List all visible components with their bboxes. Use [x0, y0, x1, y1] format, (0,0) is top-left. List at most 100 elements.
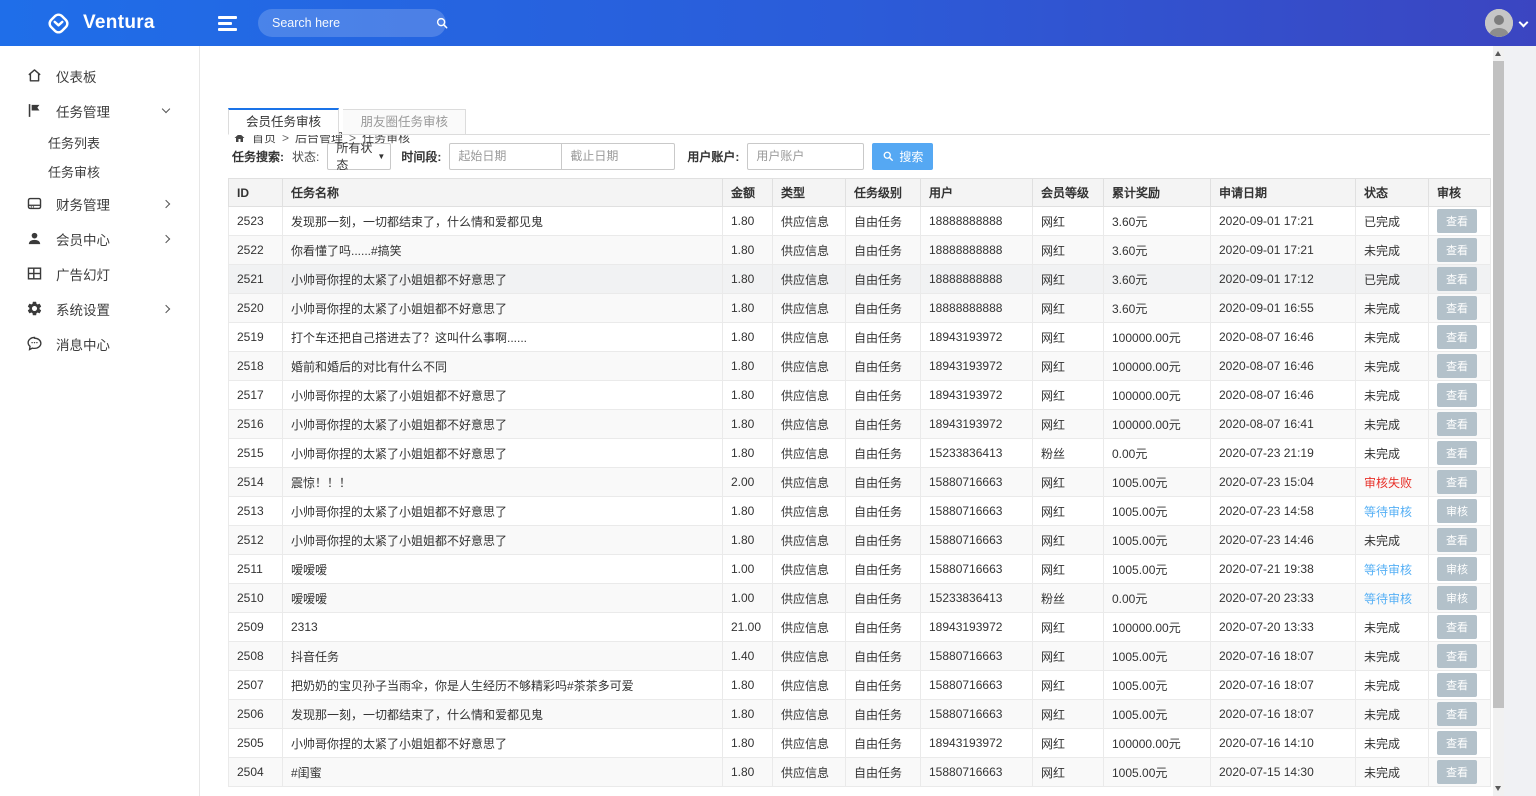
- review-button[interactable]: 审核: [1437, 499, 1477, 523]
- amount-cell: 1.80: [723, 758, 773, 787]
- total-reward-cell: 3.60元: [1104, 236, 1211, 265]
- start-date-input[interactable]: [449, 143, 562, 170]
- total-reward-cell: 1005.00元: [1104, 497, 1211, 526]
- user-menu-chevron-icon[interactable]: [1519, 18, 1529, 28]
- review-cell: 查看: [1429, 323, 1491, 352]
- view-button[interactable]: 查看: [1437, 673, 1477, 697]
- user-avatar[interactable]: [1485, 9, 1513, 37]
- tab-moments-task-review[interactable]: 朋友圈任务审核: [343, 109, 466, 135]
- user-account-cell: 15880716663: [921, 700, 1033, 729]
- amount-cell: 1.80: [723, 265, 773, 294]
- type-cell: 供应信息: [773, 642, 846, 671]
- apply-date-cell: 2020-07-16 14:10: [1211, 729, 1356, 758]
- user-icon: [26, 230, 43, 247]
- sidebar-item-dashboard[interactable]: 仪表板: [0, 58, 199, 93]
- task-id-cell: 2511: [229, 555, 283, 584]
- total-reward-cell: 100000.00元: [1104, 381, 1211, 410]
- task-id-cell: 2513: [229, 497, 283, 526]
- view-button[interactable]: 查看: [1437, 238, 1477, 262]
- table-row: 2511嗳嗳嗳1.00供应信息自由任务15880716663网红1005.00元…: [229, 555, 1491, 584]
- status-cell: 未完成: [1356, 439, 1429, 468]
- sidebar-subitem-task-list[interactable]: 任务列表: [0, 128, 199, 157]
- amount-cell: 1.80: [723, 410, 773, 439]
- user-account-cell: 18888888888: [921, 236, 1033, 265]
- user-account-cell: 18888888888: [921, 265, 1033, 294]
- end-date-input[interactable]: [561, 143, 675, 170]
- member-grade-cell: 网红: [1033, 758, 1104, 787]
- task-name-cell: 小帅哥你捏的太紧了小姐姐都不好意思了: [283, 497, 723, 526]
- user-account-cell: 18943193972: [921, 323, 1033, 352]
- task-search-label: 任务搜索:: [232, 148, 284, 165]
- sidebar-item-member-center[interactable]: 会员中心: [0, 221, 199, 256]
- type-cell: 供应信息: [773, 323, 846, 352]
- view-button[interactable]: 查看: [1437, 412, 1477, 436]
- review-cell: 查看: [1429, 468, 1491, 497]
- search-icon[interactable]: [435, 16, 449, 30]
- total-reward-cell: 1005.00元: [1104, 700, 1211, 729]
- sidebar-item-system-settings[interactable]: 系统设置: [0, 291, 199, 326]
- user-account-cell: 15233836413: [921, 584, 1033, 613]
- status-select[interactable]: 所有状态 ▼: [327, 143, 391, 170]
- view-button[interactable]: 查看: [1437, 644, 1477, 668]
- user-account-cell: 15880716663: [921, 671, 1033, 700]
- search-button[interactable]: 搜索: [872, 143, 933, 170]
- view-button[interactable]: 查看: [1437, 354, 1477, 378]
- amount-cell: 1.80: [723, 236, 773, 265]
- scrollbar-thumb[interactable]: [1493, 61, 1504, 708]
- sidebar-item-ad-slides[interactable]: 广告幻灯: [0, 256, 199, 291]
- view-button[interactable]: 查看: [1437, 731, 1477, 755]
- type-cell: 供应信息: [773, 700, 846, 729]
- type-cell: 供应信息: [773, 352, 846, 381]
- view-button[interactable]: 查看: [1437, 615, 1477, 639]
- view-button[interactable]: 查看: [1437, 702, 1477, 726]
- review-cell: 查看: [1429, 236, 1491, 265]
- apply-date-cell: 2020-08-07 16:46: [1211, 352, 1356, 381]
- sidebar-subitem-task-review[interactable]: 任务审核: [0, 157, 199, 186]
- user-account-input[interactable]: [747, 143, 864, 170]
- review-button[interactable]: 审核: [1437, 557, 1477, 581]
- task-id-cell: 2521: [229, 265, 283, 294]
- amount-cell: 1.80: [723, 381, 773, 410]
- status-cell: 未完成: [1356, 758, 1429, 787]
- gear-icon: [26, 300, 43, 317]
- view-button[interactable]: 查看: [1437, 325, 1477, 349]
- tab-member-task-review[interactable]: 会员任务审核: [228, 108, 339, 135]
- hamburger-menu-icon[interactable]: [218, 16, 238, 31]
- view-button[interactable]: 查看: [1437, 296, 1477, 320]
- view-button[interactable]: 查看: [1437, 267, 1477, 291]
- view-button[interactable]: 查看: [1437, 470, 1477, 494]
- type-cell: 供应信息: [773, 236, 846, 265]
- total-reward-cell: 3.60元: [1104, 265, 1211, 294]
- col-review: 审核: [1429, 179, 1491, 207]
- scroll-down-arrow-icon[interactable]: [1495, 786, 1501, 791]
- table-row: 2504#闺蜜1.80供应信息自由任务15880716663网红1005.00元…: [229, 758, 1491, 787]
- sidebar-item-finance[interactable]: 财务管理: [0, 186, 199, 221]
- task-id-cell: 2520: [229, 294, 283, 323]
- member-grade-cell: 网红: [1033, 642, 1104, 671]
- status-cell: 未完成: [1356, 526, 1429, 555]
- review-button[interactable]: 审核: [1437, 586, 1477, 610]
- amount-cell: 1.80: [723, 207, 773, 236]
- sidebar-item-message-center[interactable]: 消息中心: [0, 326, 199, 361]
- view-button[interactable]: 查看: [1437, 383, 1477, 407]
- period-label: 时间段:: [401, 148, 441, 165]
- user-account-cell: 18888888888: [921, 294, 1033, 323]
- scroll-up-arrow-icon[interactable]: [1495, 51, 1501, 56]
- task-id-cell: 2517: [229, 381, 283, 410]
- task-level-cell: 自由任务: [846, 555, 921, 584]
- view-button[interactable]: 查看: [1437, 760, 1477, 784]
- member-grade-cell: 网红: [1033, 381, 1104, 410]
- sidebar-item-label: 系统设置: [56, 299, 110, 319]
- page-background-strip: [1504, 46, 1536, 796]
- type-cell: 供应信息: [773, 613, 846, 642]
- status-cell: 未完成: [1356, 352, 1429, 381]
- vertical-scrollbar[interactable]: [1493, 46, 1504, 796]
- apply-date-cell: 2020-07-23 14:58: [1211, 497, 1356, 526]
- sidebar-item-task-management[interactable]: 任务管理: [0, 93, 199, 128]
- member-grade-cell: 粉丝: [1033, 439, 1104, 468]
- view-button[interactable]: 查看: [1437, 441, 1477, 465]
- view-button[interactable]: 查看: [1437, 209, 1477, 233]
- view-button[interactable]: 查看: [1437, 528, 1477, 552]
- member-grade-cell: 网红: [1033, 207, 1104, 236]
- header-search-input[interactable]: [270, 15, 435, 31]
